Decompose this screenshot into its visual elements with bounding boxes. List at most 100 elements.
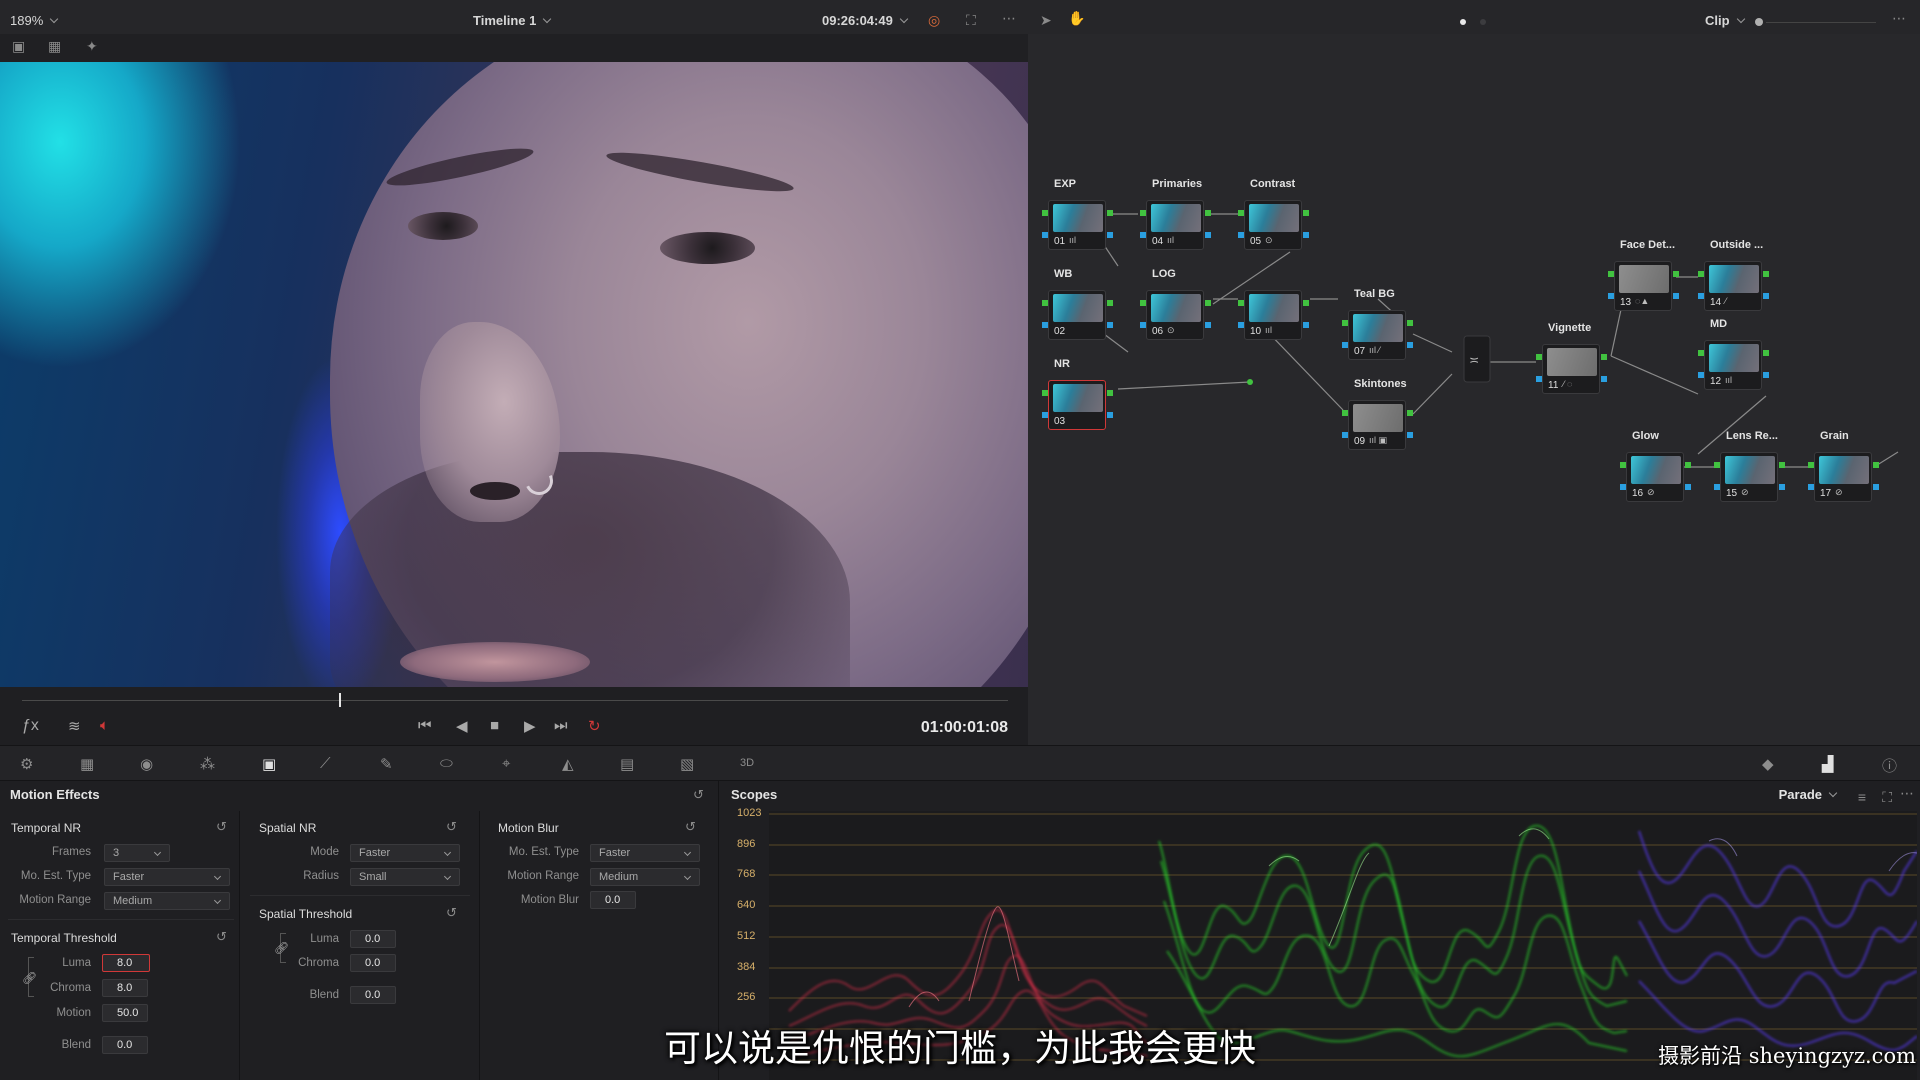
node-more-options-icon[interactable]: ⋯ [1892,10,1906,27]
node-teal-bg[interactable]: Teal BG 07 ııl ⁄ [1342,288,1413,368]
timecode-selector[interactable]: 09:26:04:49 [822,13,909,28]
node-contrast[interactable]: Contrast 05 ⊙ [1238,178,1309,258]
curves-icon[interactable]: ⟋ [320,755,331,772]
rgb-mixer-icon[interactable]: ⁂ [200,755,215,773]
scrubber-track[interactable] [22,700,1008,701]
node-exp[interactable]: EXP 01 ııl [1042,178,1113,258]
node-key-output-pin[interactable] [1303,232,1309,238]
pointer-tool-icon[interactable]: ➤ [1040,12,1052,29]
scopes-icon[interactable]: ▟ [1822,755,1834,773]
play-icon[interactable]: ▶ [524,717,536,735]
scrubber-playhead[interactable] [339,693,341,707]
luma-field[interactable]: 0.0 [350,930,396,948]
node-key-input-pin[interactable] [1620,484,1626,490]
layers-icon[interactable]: ≋ [68,717,81,735]
node-output-pin[interactable] [1107,300,1113,306]
node-zoom-slider-handle[interactable] [1755,18,1763,26]
reset-icon[interactable]: ↺ [446,905,457,921]
3d-icon[interactable]: 3D [740,757,754,769]
node-key-input-pin[interactable] [1238,322,1244,328]
node-md[interactable]: MD 12 ııl [1698,318,1769,398]
color-wheels-icon[interactable]: ◉ [140,755,153,773]
node-output-pin[interactable] [1763,271,1769,277]
node-zoom-slider[interactable] [1766,22,1876,23]
tracker-icon[interactable]: ⌖ [502,755,510,772]
node-input-pin[interactable] [1808,462,1814,468]
node-input-pin[interactable] [1042,300,1048,306]
node-output-pin[interactable] [1303,300,1309,306]
node-input-pin[interactable] [1140,210,1146,216]
timeline-selector[interactable]: Timeline 1 [473,13,552,28]
scope-more-icon[interactable]: ⋯ [1900,785,1914,802]
motion-effects-icon[interactable]: ▣ [262,755,276,773]
node-key-output-pin[interactable] [1673,293,1679,299]
zoom-selector[interactable]: 189% [10,13,59,28]
node-output-pin[interactable] [1407,410,1413,416]
node-key-output-pin[interactable] [1205,232,1211,238]
node-input-pin[interactable] [1620,462,1626,468]
motion-range-select[interactable]: Medium [590,868,700,886]
node-key-input-pin[interactable] [1714,484,1720,490]
go-to-start-icon[interactable]: ⏮︎ [418,717,432,734]
node-key-output-pin[interactable] [1107,322,1113,328]
page-dot[interactable] [1480,19,1486,25]
fx-icon[interactable]: ƒx [22,717,39,735]
go-to-end-icon[interactable]: ⏭︎ [554,717,568,734]
mode-select[interactable]: Faster [350,844,460,862]
mo-est-type-select[interactable]: Faster [590,844,700,862]
node-key-output-pin[interactable] [1763,372,1769,378]
node-input-pin[interactable] [1042,390,1048,396]
reset-icon[interactable]: ↺ [216,819,227,835]
radius-select[interactable]: Small [350,868,460,886]
color-match-icon[interactable]: ▦ [80,755,94,773]
node-key-input-pin[interactable] [1608,293,1614,299]
node-key-output-pin[interactable] [1107,232,1113,238]
node-output-pin[interactable] [1601,354,1607,360]
mute-icon[interactable]: 🔈︎ [100,717,109,734]
node-key-input-pin[interactable] [1536,376,1542,382]
fullscreen-icon[interactable]: ⛶ [966,12,976,29]
magic-mask-icon[interactable]: ◭ [562,755,574,773]
frames-select[interactable]: 3 [104,844,170,862]
node-log[interactable]: LOG 06 ⊙ [1140,268,1211,348]
single-view-icon[interactable]: ▣ [12,38,25,55]
node-key-output-pin[interactable] [1873,484,1879,490]
node-output-pin[interactable] [1779,462,1785,468]
scope-expand-icon[interactable]: ⛶ [1882,789,1892,806]
reset-icon[interactable]: ↺ [216,929,227,945]
more-options-icon[interactable]: ⋯ [1002,10,1016,27]
qualifier-icon[interactable]: ✎ [380,755,393,773]
stop-icon[interactable]: ■ [490,717,499,734]
reset-icon[interactable]: ↺ [446,819,457,835]
node-input-pin[interactable] [1238,300,1244,306]
node-key-input-pin[interactable] [1140,322,1146,328]
node-skintones[interactable]: Skintones 09 ııl ▣ [1342,378,1413,458]
node-key-input-pin[interactable] [1042,322,1048,328]
loop-icon[interactable]: ↻ [588,717,601,735]
node-key-output-pin[interactable] [1407,432,1413,438]
luma-field[interactable]: 8.0 [102,954,150,972]
magic-wand-icon[interactable]: ✦ [86,38,98,55]
keyframes-icon[interactable]: ◆ [1762,755,1774,773]
node-key-input-pin[interactable] [1698,293,1704,299]
node-vignette[interactable]: Vignette 11 ⁄ ◌ [1536,322,1607,402]
video-viewer[interactable] [0,62,1028,687]
node-key-input-pin[interactable] [1042,232,1048,238]
node-primaries[interactable]: Primaries 04 ııl [1140,178,1211,258]
node-key-output-pin[interactable] [1685,484,1691,490]
node-input-pin[interactable] [1342,410,1348,416]
chroma-field[interactable]: 8.0 [102,979,148,997]
node-key-input-pin[interactable] [1342,342,1348,348]
color-wheel-icon[interactable]: ◎ [928,12,940,29]
page-dot-active[interactable] [1460,19,1466,25]
node-lens-reflection[interactable]: Lens Re... 15 ⊘ [1714,430,1785,510]
node-input-pin[interactable] [1698,271,1704,277]
motion-range-select[interactable]: Medium [104,892,230,910]
node-mode-selector[interactable]: Clip [1705,13,1745,28]
node-glow[interactable]: Glow 16 ⊘ [1620,430,1691,510]
node-key-output-pin[interactable] [1407,342,1413,348]
node-input-pin[interactable] [1698,350,1704,356]
node-output-pin[interactable] [1107,390,1113,396]
node-key-input-pin[interactable] [1238,232,1244,238]
node-input-pin[interactable] [1342,320,1348,326]
